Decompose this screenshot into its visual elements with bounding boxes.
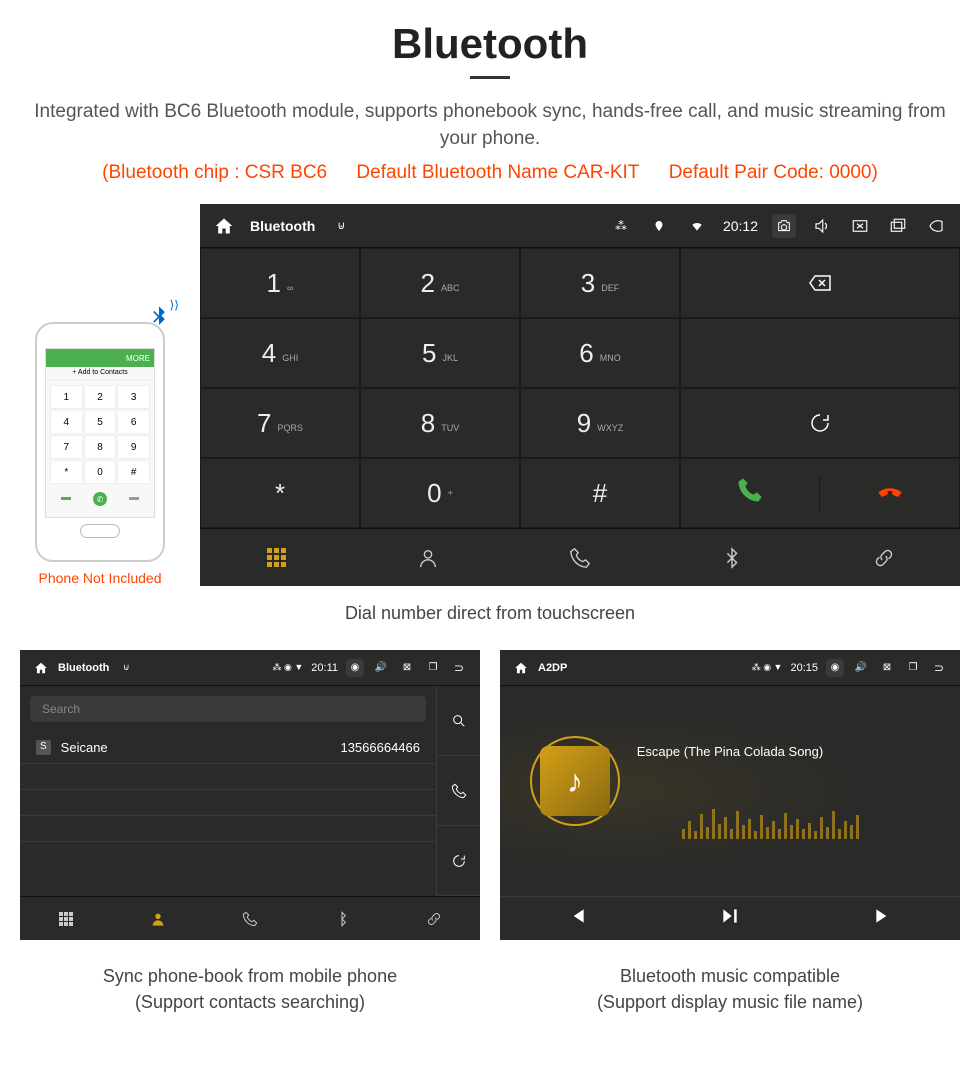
key-5[interactable]: 5JKL bbox=[360, 318, 520, 388]
phone-topbar: MORE bbox=[46, 349, 154, 367]
title-underline bbox=[470, 76, 510, 79]
camera-icon[interactable]: ◉ bbox=[826, 659, 844, 677]
key-1[interactable]: 1∞ bbox=[200, 248, 360, 318]
phonebook-caption: Sync phone-book from mobile phone (Suppo… bbox=[20, 964, 480, 1014]
dialer-statusbar: Bluetooth ⊍ ⁂ 20:12 bbox=[200, 204, 960, 248]
specs-row: (Bluetooth chip : CSR BC6 Default Blueto… bbox=[20, 162, 960, 184]
home-icon[interactable] bbox=[212, 214, 236, 238]
clock: 20:12 bbox=[723, 218, 758, 234]
location-icon bbox=[647, 214, 671, 238]
tab-bluetooth[interactable] bbox=[296, 897, 388, 940]
dialer-caption: Dial number direct from touchscreen bbox=[20, 601, 960, 626]
refresh-button[interactable] bbox=[680, 388, 960, 458]
music-caption: Bluetooth music compatible (Support disp… bbox=[500, 964, 960, 1014]
key-hash[interactable]: # bbox=[520, 458, 680, 528]
key-0[interactable]: 0+ bbox=[360, 458, 520, 528]
close-window-icon[interactable]: ⊠ bbox=[878, 659, 896, 677]
key-4[interactable]: 4GHI bbox=[200, 318, 360, 388]
recent-apps-icon[interactable]: ❐ bbox=[904, 659, 922, 677]
hangup-button[interactable] bbox=[820, 479, 959, 507]
back-icon[interactable]: ⊃ bbox=[450, 659, 468, 677]
album-art: ♪ bbox=[530, 736, 620, 826]
phone-add-contacts: + Add to Contacts bbox=[46, 367, 154, 381]
phone-caption: Phone Not Included bbox=[20, 570, 180, 586]
app-title: A2DP bbox=[538, 662, 567, 674]
camera-icon[interactable]: ◉ bbox=[346, 659, 364, 677]
clock: 20:11 bbox=[311, 662, 338, 674]
spec-chip: (Bluetooth chip : CSR BC6 bbox=[102, 162, 327, 183]
app-title: Bluetooth bbox=[250, 218, 315, 234]
phone-home-button bbox=[80, 524, 120, 538]
home-icon[interactable] bbox=[32, 659, 50, 677]
clock: 20:15 bbox=[790, 662, 818, 674]
recent-apps-icon[interactable] bbox=[886, 214, 910, 238]
song-title: Escape (The Pina Colada Song) bbox=[637, 744, 823, 759]
key-star[interactable]: * bbox=[200, 458, 360, 528]
back-icon[interactable] bbox=[924, 214, 948, 238]
empty-row bbox=[20, 816, 436, 842]
key-3[interactable]: 3DEF bbox=[520, 248, 680, 318]
refresh-icon[interactable] bbox=[437, 826, 480, 896]
tab-recent[interactable] bbox=[504, 529, 656, 586]
prev-track-button[interactable] bbox=[500, 906, 653, 932]
back-icon[interactable]: ⊃ bbox=[930, 659, 948, 677]
next-track-button[interactable] bbox=[807, 906, 960, 932]
keypad: 1∞ 2ABC 3DEF 4GHI 5JKL 6MNO 7PQRS 8TUV 9… bbox=[200, 248, 680, 528]
play-pause-button[interactable] bbox=[653, 906, 806, 932]
close-window-icon[interactable] bbox=[848, 214, 872, 238]
tab-keypad[interactable] bbox=[200, 529, 352, 586]
spec-name: Default Bluetooth Name CAR-KIT bbox=[356, 162, 639, 183]
contact-row[interactable]: S Seicane 13566664466 bbox=[20, 732, 436, 764]
key-6[interactable]: 6MNO bbox=[520, 318, 680, 388]
search-icon[interactable] bbox=[437, 686, 480, 756]
spec-code: Default Pair Code: 0000) bbox=[669, 162, 878, 183]
camera-icon[interactable] bbox=[772, 214, 796, 238]
music-screen: A2DP ⁂ ◉ ▼ 20:15 ◉ 🔊 ⊠ ❐ ⊃ ♪ Escape (The… bbox=[500, 650, 960, 940]
wifi-icon bbox=[685, 214, 709, 238]
tab-bluetooth[interactable] bbox=[656, 529, 808, 586]
dialer-screen: Bluetooth ⊍ ⁂ 20:12 1∞ 2ABC 3DEF 4GHI bbox=[200, 204, 960, 586]
music-note-icon: ♪ bbox=[540, 746, 610, 816]
usb-icon: ⊍ bbox=[329, 214, 353, 238]
tab-pair[interactable] bbox=[388, 897, 480, 940]
bluetooth-signal-icon: ⟩⟩ bbox=[145, 304, 173, 339]
contact-name: Seicane bbox=[61, 740, 341, 755]
page-subtitle: Integrated with BC6 Bluetooth module, su… bbox=[20, 99, 960, 152]
phone-illustration: ⟩⟩ MORE + Add to Contacts 123 456 789 *0… bbox=[20, 322, 180, 586]
visualizer bbox=[682, 779, 859, 839]
key-7[interactable]: 7PQRS bbox=[200, 388, 360, 458]
key-2[interactable]: 2ABC bbox=[360, 248, 520, 318]
app-title: Bluetooth bbox=[58, 662, 109, 674]
dialer-tabbar bbox=[200, 528, 960, 586]
usb-icon: ⊍ bbox=[117, 659, 135, 677]
empty-row bbox=[20, 764, 436, 790]
contact-number: 13566664466 bbox=[340, 740, 420, 755]
volume-icon[interactable] bbox=[810, 214, 834, 238]
volume-icon[interactable]: 🔊 bbox=[372, 659, 390, 677]
call-icon[interactable] bbox=[437, 756, 480, 826]
tab-recent[interactable] bbox=[204, 897, 296, 940]
empty-row bbox=[20, 790, 436, 816]
tab-contacts[interactable] bbox=[112, 897, 204, 940]
bluetooth-status-icon: ⁂ bbox=[609, 214, 633, 238]
tab-keypad[interactable] bbox=[20, 897, 112, 940]
backspace-button[interactable] bbox=[680, 248, 960, 318]
contact-badge: S bbox=[36, 740, 51, 755]
search-input[interactable]: Search bbox=[30, 696, 426, 722]
page-title: Bluetooth bbox=[20, 20, 960, 68]
volume-icon[interactable]: 🔊 bbox=[852, 659, 870, 677]
tab-contacts[interactable] bbox=[352, 529, 504, 586]
phonebook-screen: Bluetooth ⊍ ⁂ ◉ ▼ 20:11 ◉ 🔊 ⊠ ❐ ⊃ Search… bbox=[20, 650, 480, 940]
home-icon[interactable] bbox=[512, 659, 530, 677]
key-9[interactable]: 9WXYZ bbox=[520, 388, 680, 458]
close-window-icon[interactable]: ⊠ bbox=[398, 659, 416, 677]
call-button[interactable] bbox=[681, 476, 820, 511]
key-8[interactable]: 8TUV bbox=[360, 388, 520, 458]
blank-cell bbox=[680, 318, 960, 388]
recent-apps-icon[interactable]: ❐ bbox=[424, 659, 442, 677]
tab-pair[interactable] bbox=[808, 529, 960, 586]
